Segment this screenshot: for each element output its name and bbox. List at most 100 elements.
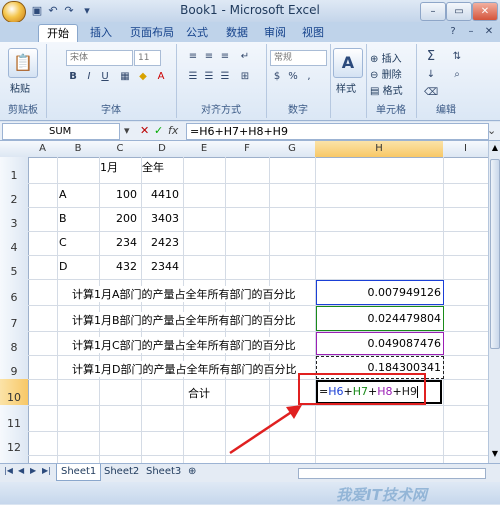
sheet-nav-prev-icon[interactable]: ◀ xyxy=(18,466,24,475)
row-header-3[interactable]: 3 xyxy=(0,207,29,232)
font-size-box[interactable]: 11 xyxy=(134,50,161,66)
cell-d4[interactable]: 2423 xyxy=(141,236,179,249)
worksheet-grid[interactable]: A B C D E F G H I 1 2 3 4 5 6 7 8 9 10 1… xyxy=(0,141,488,463)
scroll-up-icon[interactable]: ▲ xyxy=(490,143,500,153)
tab-insert[interactable]: 插入 xyxy=(82,24,120,41)
column-header-c[interactable]: C xyxy=(99,141,142,158)
cell-d2[interactable]: 4410 xyxy=(141,188,179,201)
maximize-button[interactable]: ▭ xyxy=(446,2,472,21)
styles-button[interactable]: 样式 xyxy=(336,80,356,95)
align-left-icon[interactable]: ☰ xyxy=(186,70,200,84)
tab-view[interactable]: 视图 xyxy=(294,24,332,41)
paste-button[interactable]: 粘贴 xyxy=(10,80,30,95)
clear-icon[interactable]: ⌫ xyxy=(424,86,438,100)
name-box[interactable]: SUM xyxy=(2,123,120,140)
enter-icon[interactable]: ✓ xyxy=(154,124,163,137)
fill-icon[interactable]: ↓ xyxy=(424,68,438,82)
paste-icon[interactable]: 📋 xyxy=(8,48,38,78)
cell-c1[interactable]: 1月 xyxy=(100,159,118,175)
scroll-thumb[interactable] xyxy=(490,159,500,349)
cell-h6[interactable]: 0.007949126 xyxy=(316,280,444,305)
cell-b2[interactable]: A xyxy=(59,188,67,201)
column-header-b[interactable]: B xyxy=(57,141,100,158)
sheet-nav-next-icon[interactable]: ▶ xyxy=(30,466,36,475)
row-header-9[interactable]: 9 xyxy=(0,355,29,380)
cell-c2[interactable]: 100 xyxy=(99,188,137,201)
cell-h8[interactable]: 0.049087476 xyxy=(316,332,444,355)
cell-c3[interactable]: 200 xyxy=(99,212,137,225)
formula-input[interactable]: =H6+H7+H8+H9 xyxy=(186,123,489,140)
cell-b6[interactable]: 计算1月A部门的产量占全年所有部门的百分比 xyxy=(72,286,296,302)
column-header-f[interactable]: F xyxy=(225,141,270,158)
delete-cells-button[interactable]: ⊖ 删除 xyxy=(370,66,402,81)
underline-icon[interactable]: U xyxy=(98,70,112,84)
row-header-5[interactable]: 5 xyxy=(0,255,29,280)
help-icon[interactable]: ? xyxy=(446,25,460,39)
italic-icon[interactable]: I xyxy=(82,70,96,84)
row-header-10[interactable]: 10 xyxy=(0,379,29,406)
row-header-12[interactable]: 12 xyxy=(0,431,29,456)
cancel-icon[interactable]: ✕ xyxy=(140,124,149,137)
bold-icon[interactable]: B xyxy=(66,70,80,84)
minimize-button[interactable]: – xyxy=(420,2,446,21)
cell-b3[interactable]: B xyxy=(59,212,67,225)
cell-c4[interactable]: 234 xyxy=(99,236,137,249)
expand-formula-icon[interactable]: ⌄ xyxy=(487,124,496,137)
scroll-down-icon[interactable]: ▼ xyxy=(490,449,500,459)
cell-b4[interactable]: C xyxy=(59,236,67,249)
vertical-scrollbar[interactable]: ▲ ▼ xyxy=(488,141,500,463)
column-header-g[interactable]: G xyxy=(269,141,316,158)
cell-d1[interactable]: 全年 xyxy=(142,159,164,175)
column-header-e[interactable]: E xyxy=(183,141,226,158)
currency-icon[interactable]: $ xyxy=(270,70,284,84)
number-format-box[interactable]: 常规 xyxy=(270,50,327,66)
font-name-box[interactable]: 宋体 xyxy=(66,50,133,66)
column-header-a[interactable]: A xyxy=(28,141,58,158)
row-header-8[interactable]: 8 xyxy=(0,331,29,356)
cell-c5[interactable]: 432 xyxy=(99,260,137,273)
cell-b9[interactable]: 计算1月D部门的产量占全年所有部门的百分比 xyxy=(72,361,297,377)
merge-cells-icon[interactable]: ⊞ xyxy=(238,70,252,84)
ribbon-close-icon[interactable]: ✕ xyxy=(482,25,496,39)
percent-icon[interactable]: % xyxy=(286,70,300,84)
row-header-6[interactable]: 6 xyxy=(0,279,29,306)
autosum-icon[interactable]: Σ xyxy=(424,50,438,64)
find-icon[interactable]: ⌕ xyxy=(450,68,464,82)
align-middle-icon[interactable]: ≡ xyxy=(202,50,216,64)
cell-d5[interactable]: 2344 xyxy=(141,260,179,273)
tab-page-layout[interactable]: 页面布局 xyxy=(122,24,182,41)
sheet-tab-sheet1[interactable]: Sheet1 xyxy=(56,464,102,481)
horizontal-scrollbar[interactable] xyxy=(298,468,486,479)
tab-review[interactable]: 审阅 xyxy=(256,24,294,41)
cell-d3[interactable]: 3403 xyxy=(141,212,179,225)
insert-function-icon[interactable]: fx xyxy=(168,124,178,137)
sheet-nav-first-icon[interactable]: |◀ xyxy=(4,466,13,475)
insert-sheet-icon[interactable]: ⊕ xyxy=(184,464,200,480)
row-header-13[interactable]: 13 xyxy=(0,455,29,463)
font-color-icon[interactable]: A xyxy=(154,70,168,84)
tab-formulas[interactable]: 公式 xyxy=(178,24,216,41)
cell-b8[interactable]: 计算1月C部门的产量占全年所有部门的百分比 xyxy=(72,337,296,353)
ribbon-minimize-icon[interactable]: – xyxy=(464,25,478,39)
align-right-icon[interactable]: ☰ xyxy=(218,70,232,84)
row-header-7[interactable]: 7 xyxy=(0,305,29,332)
row-header-1[interactable]: 1 xyxy=(0,157,29,184)
close-button[interactable]: ✕ xyxy=(472,2,498,21)
insert-cells-button[interactable]: ⊕ 插入 xyxy=(370,50,402,65)
namebox-dropdown-icon[interactable]: ▾ xyxy=(124,124,130,137)
sheet-tab-sheet2[interactable]: Sheet2 xyxy=(100,464,143,480)
sheet-nav-last-icon[interactable]: ▶| xyxy=(42,466,51,475)
styles-icon[interactable]: A xyxy=(333,48,363,78)
align-center-icon[interactable]: ☰ xyxy=(202,70,216,84)
align-top-icon[interactable]: ≡ xyxy=(186,50,200,64)
column-header-d[interactable]: D xyxy=(141,141,184,158)
row-header-4[interactable]: 4 xyxy=(0,231,29,256)
cell-b7[interactable]: 计算1月B部门的产量占全年所有部门的百分比 xyxy=(72,312,296,328)
sort-filter-icon[interactable]: ⇅ xyxy=(450,50,464,64)
comma-icon[interactable]: , xyxy=(302,70,316,84)
cell-h7[interactable]: 0.024479804 xyxy=(316,306,444,331)
row-header-2[interactable]: 2 xyxy=(0,183,29,208)
fill-color-icon[interactable]: ◆ xyxy=(136,70,150,84)
tab-home[interactable]: 开始 xyxy=(38,24,78,42)
row-header-11[interactable]: 11 xyxy=(0,405,29,432)
